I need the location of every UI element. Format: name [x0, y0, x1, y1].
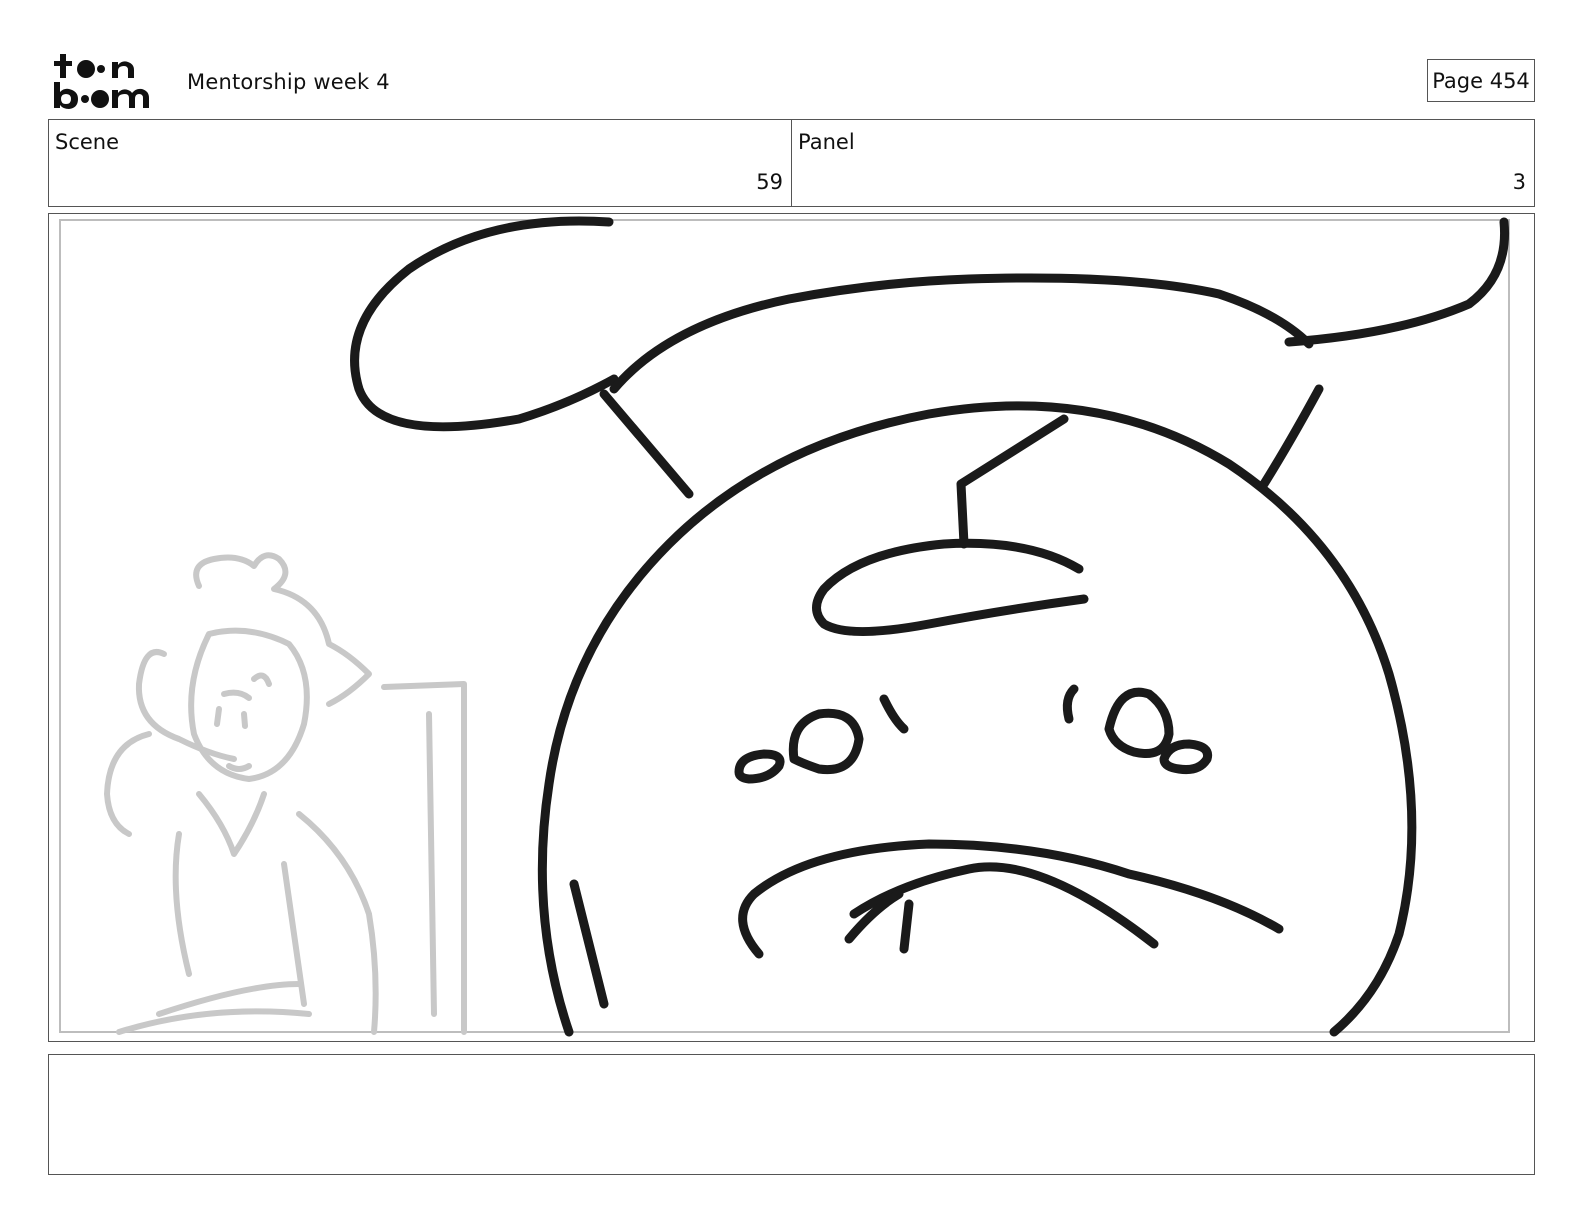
project-title: Mentorship week 4 — [187, 70, 390, 94]
panel-notes-box — [48, 1054, 1535, 1175]
panel-cell: Panel 3 — [791, 120, 1534, 206]
toon-boom-logo — [52, 52, 164, 110]
storyboard-panel — [48, 213, 1535, 1042]
background-sketch — [104, 552, 467, 1035]
panel-label: Panel — [798, 130, 855, 154]
scene-cell: Scene 59 — [49, 120, 791, 206]
page-number: Page 454 — [1427, 59, 1535, 102]
scene-number: 59 — [756, 170, 783, 194]
scene-panel-info: Scene 59 Panel 3 — [48, 119, 1535, 207]
panel-drawing — [59, 216, 1510, 1037]
scene-label: Scene — [55, 130, 120, 154]
character-drawing — [350, 216, 1510, 1037]
panel-number: 3 — [1512, 170, 1526, 194]
